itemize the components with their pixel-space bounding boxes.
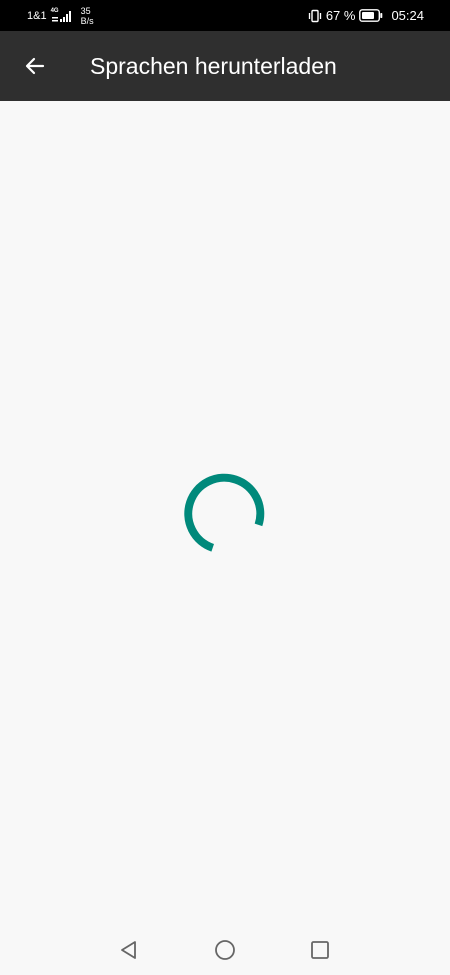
battery-percent: 67 % — [325, 8, 356, 23]
page-title: Sprachen herunterladen — [90, 53, 337, 79]
navigation-bar — [0, 923, 450, 975]
nav-home-button[interactable] — [212, 937, 238, 963]
clock: 05:24 — [391, 8, 424, 23]
battery-icon — [359, 9, 383, 22]
status-right: 67 % 05:24 — [308, 0, 424, 31]
signal-icon: 4G — [51, 8, 73, 23]
speed-unit: B/s — [80, 15, 94, 26]
status-left: 1&1 4G 35 B/s — [27, 0, 94, 31]
carrier-label: 1&1 — [27, 9, 47, 22]
circle-home-icon — [214, 939, 236, 961]
app-bar: Sprachen herunterladen — [0, 31, 450, 101]
nav-recents-button[interactable] — [307, 937, 333, 963]
back-button[interactable] — [15, 46, 55, 86]
screen: 1&1 4G 35 B/s 67 % 05:24 Sprachen herunt… — [0, 0, 450, 975]
vibrate-icon — [308, 9, 322, 23]
nav-back-button[interactable] — [116, 937, 142, 963]
loading-spinner — [184, 473, 265, 552]
status-bar: 1&1 4G 35 B/s 67 % 05:24 — [0, 0, 450, 31]
square-recents-icon — [309, 939, 331, 961]
triangle-back-icon — [118, 939, 140, 961]
speed-value: 35 — [80, 5, 91, 16]
content-area — [0, 101, 450, 923]
arrow-left-icon — [23, 54, 47, 78]
network-speed: 35 B/s — [81, 6, 94, 26]
